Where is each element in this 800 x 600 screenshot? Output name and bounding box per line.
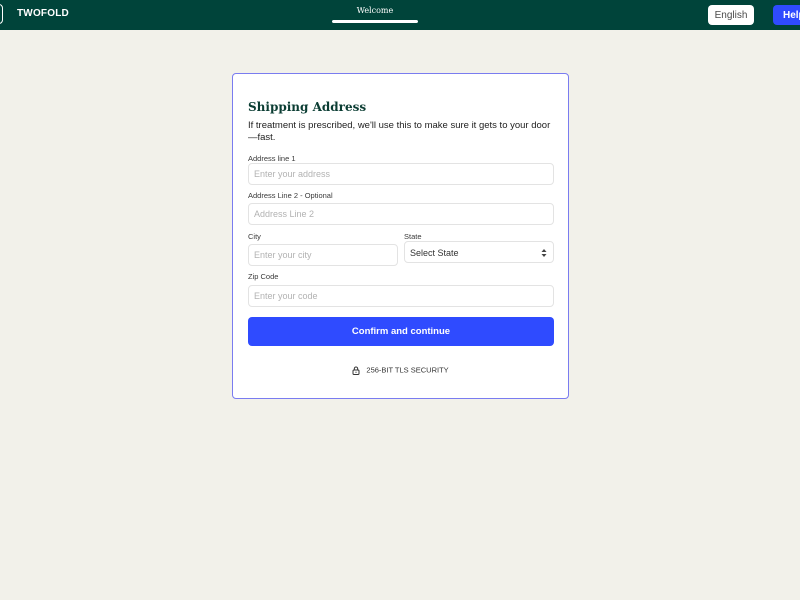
menu-button-edge[interactable] — [0, 4, 3, 24]
help-button[interactable]: Help — [773, 5, 800, 25]
state-label: State — [404, 232, 422, 241]
city-label: City — [248, 232, 261, 241]
shipping-address-card: Shipping Address If treatment is prescri… — [232, 73, 569, 399]
address-line-2-input[interactable] — [248, 203, 554, 225]
zip-code-input[interactable] — [248, 285, 554, 307]
address-line-1-label: Address line 1 — [248, 154, 296, 163]
city-input[interactable] — [248, 244, 398, 266]
lock-icon — [352, 366, 360, 375]
progress-indicator: Welcome — [332, 6, 418, 23]
brand-logo[interactable]: TWOFOLD — [17, 8, 69, 19]
progress-step-label: Welcome — [356, 6, 394, 15]
sort-arrows-icon — [541, 249, 547, 257]
address-line-1-input[interactable] — [248, 163, 554, 185]
zip-code-label: Zip Code — [248, 272, 279, 281]
progress-fill — [332, 20, 418, 23]
language-button[interactable]: English — [708, 5, 754, 25]
top-navigation-bar: TWOFOLD Welcome English Help — [0, 0, 800, 30]
address-line-2-label: Address Line 2 - Optional — [248, 191, 333, 200]
state-select[interactable]: Select State — [404, 241, 554, 263]
security-text: 256-BIT TLS SECURITY — [366, 365, 449, 375]
confirm-continue-button[interactable]: Confirm and continue — [248, 317, 554, 346]
progress-track — [332, 20, 418, 23]
security-notice: 256-BIT TLS SECURITY — [233, 365, 568, 375]
form-title: Shipping Address — [248, 100, 367, 114]
form-subtitle: If treatment is prescribed, we'll use th… — [248, 120, 551, 143]
state-select-value: Select State — [410, 248, 459, 258]
